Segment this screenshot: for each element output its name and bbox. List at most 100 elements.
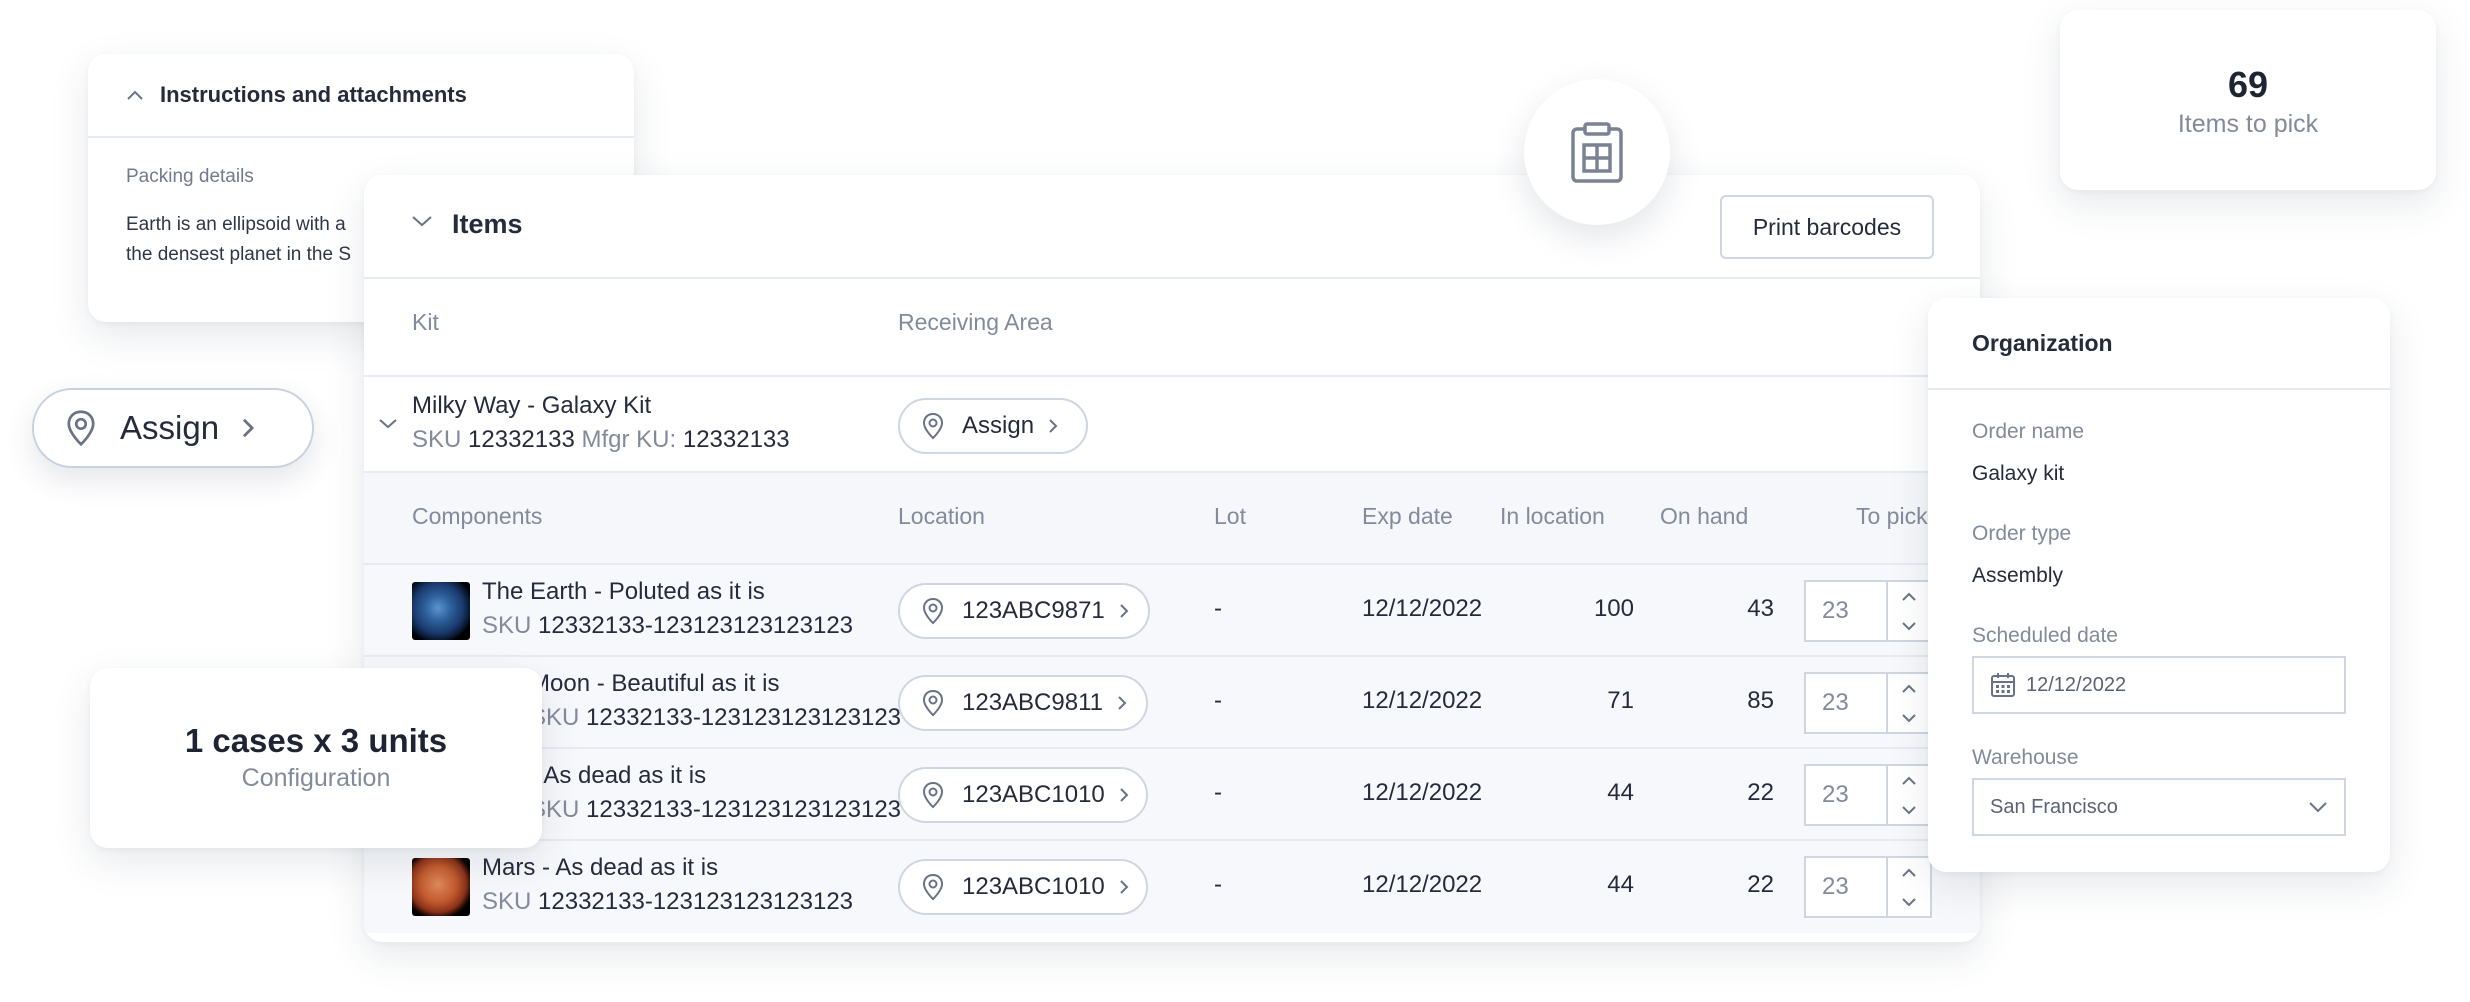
location-code: 123ABC1010 (962, 873, 1105, 900)
location-pin-icon (67, 410, 95, 447)
decrement-button[interactable] (1888, 703, 1930, 732)
lot-value: - (1214, 779, 1222, 806)
chevron-right-icon (1049, 419, 1058, 433)
warehouse-value: San Francisco (1990, 795, 2118, 818)
scheduled-date-value: 12/12/2022 (2026, 673, 2127, 696)
order-type-value: Assembly (1972, 564, 2064, 587)
on-hand-value: 43 (1747, 595, 1774, 622)
components-column-header: Components (412, 503, 543, 529)
instructions-title: Instructions and attachments (160, 82, 467, 107)
location-button[interactable]: 123ABC1010 (898, 767, 1148, 823)
kit-sku: 12332133 (468, 426, 575, 453)
component-name: Mars - As dead as it is (482, 854, 719, 881)
decrement-button[interactable] (1888, 611, 1930, 640)
on-hand-value: 22 (1747, 779, 1774, 806)
chevron-down-icon (1902, 621, 1916, 630)
exp-date-value: 12/12/2022 (1362, 687, 1483, 714)
on-hand-value: 22 (1747, 871, 1774, 898)
receiving-area-column-header: Receiving Area (898, 309, 1053, 335)
location-pin-icon (922, 597, 944, 625)
location-code: 123ABC9811 (962, 689, 1103, 716)
earth-thumbnail (412, 582, 470, 640)
configuration-value: 1 cases x 3 units (184, 722, 448, 759)
kit-assign-button[interactable]: Assign (898, 398, 1088, 454)
in-location-value: 44 (1607, 779, 1634, 806)
instructions-header[interactable]: Instructions and attachments (88, 54, 634, 138)
mars-thumbnail (412, 858, 470, 916)
items-panel: Items Print barcodes Kit Receiving Area … (364, 175, 1980, 942)
to-pick-value[interactable]: 23 (1806, 582, 1888, 640)
chevron-down-icon (1902, 713, 1916, 722)
mfgr-label: Mfgr KU: (581, 426, 677, 453)
warehouse-label: Warehouse (1972, 746, 2079, 769)
component-name: The Earth - Poluted as it is (482, 578, 765, 605)
chevron-down-icon[interactable] (411, 214, 433, 233)
sku-label: SKU (412, 426, 462, 453)
lot-value: - (1214, 595, 1222, 622)
location-pin-icon (922, 412, 944, 440)
increment-button[interactable] (1888, 582, 1930, 611)
to-pick-value[interactable]: 23 (1806, 766, 1888, 824)
location-pin-icon (922, 781, 944, 809)
location-code: 123ABC1010 (962, 781, 1105, 808)
chevron-down-icon (2309, 802, 2327, 813)
chevron-down-icon (1902, 897, 1916, 906)
items-to-pick-card: 69 Items to pick (2060, 10, 2436, 190)
to-pick-stepper[interactable]: 23 (1804, 856, 1932, 918)
organization-card: Organization Order name Galaxy kit Order… (1928, 298, 2390, 872)
location-column-header: Location (898, 503, 985, 529)
location-pin-icon (922, 873, 944, 901)
kit-header-row: Kit Receiving Area (364, 279, 1980, 375)
lot-value: - (1214, 687, 1222, 714)
location-button[interactable]: 123ABC9871 (898, 583, 1150, 639)
chevron-up-icon (1902, 592, 1916, 601)
in-location-value: 100 (1593, 595, 1634, 622)
exp-date-value: 12/12/2022 (1362, 779, 1483, 806)
chevron-down-icon[interactable] (378, 417, 398, 435)
sku-label: SKU (482, 888, 532, 915)
assign-label: Assign (120, 409, 220, 446)
table-row: - As dead as it is SKU 12332133-12312312… (364, 749, 1980, 841)
kit-name: Milky Way - Galaxy Kit (412, 392, 652, 419)
organization-title: Organization (1928, 298, 2390, 390)
items-title: Items (452, 209, 523, 239)
to-pick-stepper[interactable]: 23 (1804, 580, 1932, 642)
exp-date-column-header: Exp date (1362, 503, 1453, 529)
increment-button[interactable] (1888, 674, 1930, 703)
items-to-pick-label: Items to pick (2177, 110, 2319, 138)
chevron-right-icon (1120, 788, 1129, 802)
chevron-right-icon (242, 418, 255, 438)
component-sku: 12332133-123123123123123 (538, 612, 854, 639)
assign-label: Assign (962, 412, 1035, 439)
items-header: Items Print barcodes (364, 175, 1980, 279)
order-type-label: Order type (1972, 522, 2072, 545)
decrement-button[interactable] (1888, 887, 1930, 916)
location-button[interactable]: 123ABC1010 (898, 859, 1148, 915)
increment-button[interactable] (1888, 766, 1930, 795)
scheduled-date-input[interactable]: 12/12/2022 (1972, 656, 2346, 714)
order-name-label: Order name (1972, 420, 2085, 443)
location-button[interactable]: 123ABC9811 (898, 675, 1148, 731)
to-pick-value[interactable]: 23 (1806, 674, 1888, 732)
to-pick-value[interactable]: 23 (1806, 858, 1888, 916)
print-barcodes-button[interactable]: Print barcodes (1720, 195, 1934, 259)
decrement-button[interactable] (1888, 795, 1930, 824)
order-name-value: Galaxy kit (1972, 462, 2065, 485)
table-row: Moon - Beautiful as it is SKU 12332133-1… (364, 657, 1980, 749)
lot-value: - (1214, 871, 1222, 898)
items-to-pick-count: 69 (2227, 64, 2269, 105)
to-pick-stepper[interactable]: 23 (1804, 672, 1932, 734)
calendar-icon (1991, 673, 2015, 697)
on-hand-column-header: On hand (1660, 503, 1749, 529)
warehouse-select[interactable]: San Francisco (1972, 778, 2346, 836)
location-pin-icon (922, 689, 944, 717)
table-row: The Earth - Poluted as it is SKU 1233213… (364, 565, 1980, 657)
component-sku: 12332133-123123123123123 (586, 796, 902, 823)
increment-button[interactable] (1888, 858, 1930, 887)
chevron-right-icon (1120, 880, 1129, 894)
component-name: - As dead as it is (530, 762, 707, 789)
location-code: 123ABC9871 (962, 597, 1105, 624)
to-pick-stepper[interactable]: 23 (1804, 764, 1932, 826)
assign-button[interactable]: Assign (32, 388, 314, 468)
chevron-up-icon (1902, 776, 1916, 785)
